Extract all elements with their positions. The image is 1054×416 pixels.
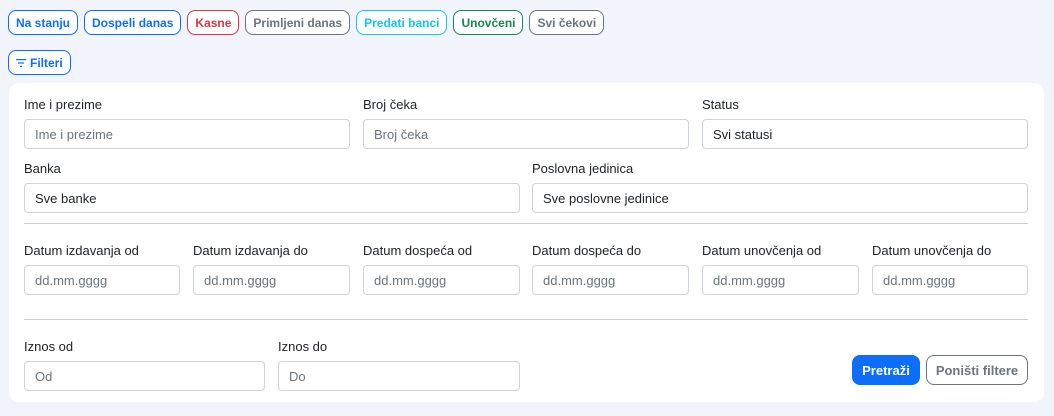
cash-date-from-label: Datum unovčenja od	[702, 243, 822, 258]
business-unit-label: Poslovna jedinica	[532, 161, 634, 176]
tab-dospeli-danas[interactable]: Dospeli danas	[84, 10, 182, 35]
cash-date-to-input[interactable]	[872, 265, 1028, 295]
issue-date-to-label: Datum izdavanja do	[193, 243, 308, 258]
status-label: Status	[702, 97, 739, 112]
bank-label: Banka	[24, 161, 61, 176]
amount-from-input[interactable]	[24, 361, 265, 391]
cash-date-from-input[interactable]	[702, 265, 859, 295]
tab-kasne[interactable]: Kasne	[187, 10, 240, 35]
amount-to-input[interactable]	[278, 361, 520, 391]
due-date-from-label: Datum dospeća od	[363, 243, 473, 258]
business-unit-select[interactable]: Sve poslovne jedinice	[532, 183, 1028, 213]
divider-2	[24, 319, 1028, 320]
due-date-to-input[interactable]	[532, 265, 689, 295]
due-date-to-label: Datum dospeća do	[532, 243, 642, 258]
cash-date-to-group: Datum unovčenja do	[872, 243, 1028, 295]
status-select[interactable]: Svi statusi	[702, 119, 1028, 149]
check-number-input[interactable]	[363, 119, 689, 149]
cash-date-from-group: Datum unovčenja od	[702, 243, 859, 295]
tab-na-stanju[interactable]: Na stanju	[8, 10, 79, 35]
issue-date-from-input[interactable]	[24, 265, 180, 295]
amount-from-label: Iznos od	[24, 339, 74, 354]
status-tabs: Na stanju Dospeli danas Kasne Primljeni …	[8, 10, 605, 35]
filter-icon	[16, 58, 26, 67]
tab-unovceni[interactable]: Unovčeni	[453, 10, 524, 35]
issue-date-from-label: Datum izdavanja od	[24, 243, 139, 258]
divider-1	[24, 223, 1028, 224]
tab-primljeni-danas[interactable]: Primljeni danas	[245, 10, 351, 35]
tab-predati-banci[interactable]: Predati banci	[356, 10, 448, 35]
issue-date-to-input[interactable]	[193, 265, 350, 295]
amount-to-group: Iznos do	[278, 339, 520, 391]
filter-panel: Ime i prezime Broj čeka Status Svi statu…	[9, 83, 1044, 402]
due-date-from-group: Datum dospeća od	[363, 243, 520, 295]
due-date-to-group: Datum dospeća do	[532, 243, 689, 295]
amount-from-group: Iznos od	[24, 339, 265, 391]
issue-date-from-group: Datum izdavanja od	[24, 243, 180, 295]
status-field-group: Status Svi statusi	[702, 97, 1028, 149]
tab-svi-cekovi[interactable]: Svi čekovi	[529, 10, 605, 35]
check-number-field-group: Broj čeka	[363, 97, 689, 149]
amount-to-label: Iznos do	[278, 339, 328, 354]
filters-toggle-button[interactable]: Filteri	[8, 50, 71, 75]
issue-date-to-group: Datum izdavanja do	[193, 243, 350, 295]
name-field-group: Ime i prezime	[24, 97, 350, 149]
name-input[interactable]	[24, 119, 350, 149]
due-date-from-input[interactable]	[363, 265, 520, 295]
bank-field-group: Banka Sve banke	[24, 161, 520, 213]
cash-date-to-label: Datum unovčenja do	[872, 243, 992, 258]
reset-filters-button[interactable]: Poništi filtere	[926, 355, 1028, 385]
filters-toggle-label: Filteri	[30, 55, 63, 70]
search-button[interactable]: Pretraži	[852, 355, 920, 385]
name-label: Ime i prezime	[24, 97, 103, 112]
business-unit-field-group: Poslovna jedinica Sve poslovne jedinice	[532, 161, 1028, 213]
check-number-label: Broj čeka	[363, 97, 418, 112]
bank-select[interactable]: Sve banke	[24, 183, 520, 213]
